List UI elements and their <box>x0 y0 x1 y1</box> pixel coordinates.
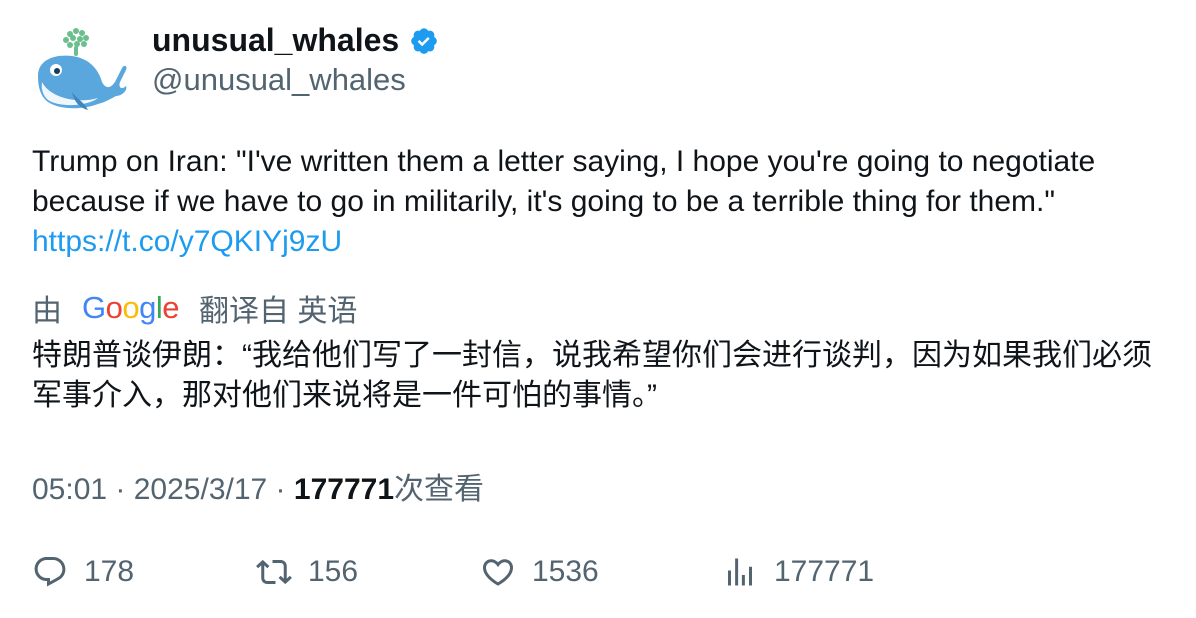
avatar[interactable] <box>32 24 128 114</box>
reply-count: 178 <box>84 555 135 588</box>
views-count: 177771 <box>293 473 394 506</box>
meta-separator: · <box>267 473 294 506</box>
tweet-link[interactable]: https://t.co/y7QKIYj9zU <box>32 225 342 258</box>
tweet-time[interactable]: 05:01 <box>32 473 107 506</box>
translated-by-label: 由 <box>32 295 62 328</box>
translated-from-label[interactable]: 翻译自 英语 <box>199 286 357 330</box>
tweet-body: Trump on Iran: "I've written them a lett… <box>32 145 1096 218</box>
like-count: 1536 <box>532 555 599 588</box>
tweet-meta: 05:01 · 2025/3/17 · 177771次查看 <box>32 464 484 508</box>
google-logo-icon: Google <box>82 290 180 325</box>
translation-attribution: 由 Google 翻译自 英语 <box>32 288 357 328</box>
whale-logo-icon <box>38 28 127 110</box>
views-action-count: 177771 <box>774 555 875 588</box>
bar-chart-icon <box>728 558 752 586</box>
author-display-name[interactable]: unusual_whales <box>152 22 399 59</box>
meta-separator: · <box>107 473 134 506</box>
tweet-text: Trump on Iran: "I've written them a lett… <box>32 142 1172 262</box>
author-handle[interactable]: @unusual_whales <box>152 62 406 98</box>
verified-badge-icon[interactable] <box>409 26 439 56</box>
action-bar: 178 156 1536 177771 <box>0 552 1196 592</box>
retweet-count: 156 <box>308 555 359 588</box>
views-label: 次查看 <box>394 473 484 506</box>
views-button[interactable]: 177771 <box>722 552 874 592</box>
retweet-button[interactable]: 156 <box>256 552 358 592</box>
heart-icon <box>482 559 514 586</box>
translated-text: 特朗普谈伊朗：“我给他们写了一封信，说我希望你们会进行谈判，因为如果我们必须军事… <box>32 339 1152 412</box>
tweet-date[interactable]: 2025/3/17 <box>134 473 267 506</box>
reply-button[interactable]: 178 <box>32 552 134 592</box>
author-name-row: unusual_whales <box>152 22 439 59</box>
reply-icon <box>34 557 66 587</box>
like-button[interactable]: 1536 <box>480 552 599 592</box>
retweet-icon <box>256 559 292 585</box>
